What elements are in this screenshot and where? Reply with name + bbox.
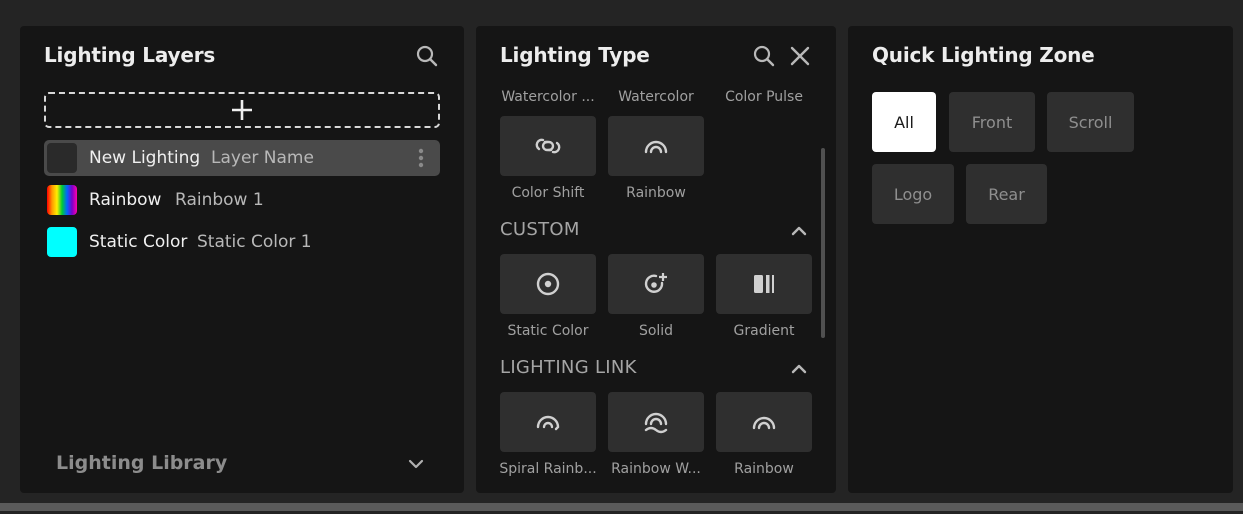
layer-swatch [47, 185, 77, 215]
zone-button-scroll[interactable]: Scroll [1047, 92, 1134, 152]
layer-swatch [47, 143, 77, 173]
type-tile-static-color[interactable] [500, 254, 596, 314]
layer-type: Rainbow [89, 190, 162, 210]
type-label: Color Pulse [725, 89, 803, 105]
horizontal-scrollbar[interactable] [0, 503, 1243, 511]
chevron-up-icon[interactable] [791, 223, 807, 237]
zone-button-rear[interactable]: Rear [966, 164, 1047, 224]
layer-swatch [47, 227, 77, 257]
zone-button-front[interactable]: Front [949, 92, 1035, 152]
lighting-type-list[interactable]: Watercolor ... Watercolor Color Pulse Co… [476, 26, 836, 493]
quick-lighting-zone-panel: Quick Lighting Zone All Front Scroll Log… [848, 26, 1233, 493]
chevron-down-icon[interactable] [408, 456, 424, 472]
type-tile-rainbow-wave[interactable] [608, 392, 704, 452]
rainbow-icon [752, 416, 776, 430]
type-tile-rainbow[interactable] [608, 116, 704, 176]
type-tile-solid[interactable] [608, 254, 704, 314]
gradient-bars-icon [754, 275, 774, 293]
layer-type: New Lighting [89, 148, 201, 168]
type-tile-color-shift[interactable] [500, 116, 596, 176]
zone-button-logo[interactable]: Logo [872, 164, 954, 224]
layer-type: Static Color [89, 232, 188, 252]
target-plus-icon [644, 273, 667, 293]
lighting-type-panel: Lighting Type Watercolor ... Watercolor … [476, 26, 836, 493]
type-tile-spiral-rainbow[interactable] [500, 392, 596, 452]
quick-lighting-zone-title: Quick Lighting Zone [872, 43, 1095, 67]
type-label: Static Color [507, 323, 589, 339]
type-tile-rainbow-link[interactable] [716, 392, 812, 452]
section-custom-title: CUSTOM [500, 219, 580, 240]
lighting-layers-title: Lighting Layers [44, 43, 216, 67]
plus-icon [230, 98, 254, 126]
scrollbar[interactable] [821, 148, 825, 338]
section-lighting-link-title: LIGHTING LINK [500, 357, 637, 378]
type-label: Gradient [733, 323, 795, 339]
layer-row-rainbow[interactable]: Rainbow Rainbow 1 [44, 182, 440, 218]
rainbow-wave-icon [644, 412, 668, 434]
layer-row-new-lighting[interactable]: New Lighting Layer Name [44, 140, 440, 176]
more-options-icon[interactable] [418, 146, 424, 175]
chevron-up-icon[interactable] [791, 361, 807, 375]
layer-name[interactable]: Layer Name [211, 148, 314, 168]
type-label: Solid [638, 323, 674, 339]
target-icon [536, 272, 560, 296]
rainbow-icon [644, 140, 668, 154]
type-tile-gradient[interactable] [716, 254, 812, 314]
spiral-rainbow-icon [536, 415, 560, 431]
link-icon [535, 138, 561, 154]
type-label: Rainbow [734, 461, 794, 477]
type-label: Watercolor ... [501, 89, 595, 105]
lighting-library-label[interactable]: Lighting Library [56, 452, 227, 474]
layer-name[interactable]: Static Color 1 [197, 232, 312, 252]
layer-name[interactable]: Rainbow 1 [175, 190, 264, 210]
search-icon[interactable] [416, 45, 438, 67]
type-label: Rainbow W... [611, 461, 701, 477]
lighting-layers-panel: Lighting Layers New Lighting Layer Name … [20, 26, 464, 493]
add-layer-button[interactable] [44, 92, 440, 128]
type-label: Spiral Rainb... [499, 461, 597, 477]
type-label: Color Shift [511, 185, 585, 201]
zone-button-all[interactable]: All [872, 92, 936, 152]
type-label: Watercolor [618, 89, 694, 105]
type-label: Rainbow [626, 185, 686, 201]
layer-row-static-color[interactable]: Static Color Static Color 1 [44, 224, 440, 260]
